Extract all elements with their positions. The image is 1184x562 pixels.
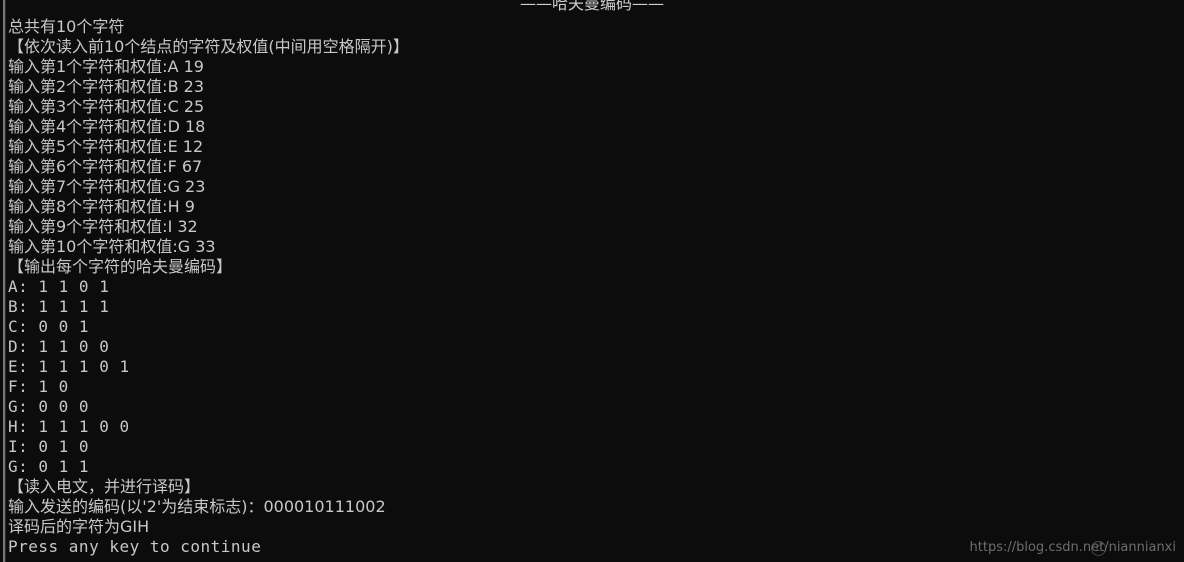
console-window[interactable]: ——哈夫曼编码—— 总共有10个字符 【依次读入前10个结点的字符及权值(中间用空… <box>0 0 1184 562</box>
console-output: 总共有10个字符 【依次读入前10个结点的字符及权值(中间用空格隔开)】 输入第1个… <box>8 17 1178 557</box>
console-line: 输入第6个字符和权值:F 67 <box>8 157 203 176</box>
console-line: G: 0 1 1 <box>8 457 90 476</box>
console-line: D: 1 1 0 0 <box>8 337 110 356</box>
console-line: 输入第9个字符和权值:I 32 <box>8 217 198 236</box>
watermark-url: https://blog.csdn.net/niannianxi <box>969 540 1176 555</box>
console-line: I: 0 1 0 <box>8 437 90 456</box>
console-line: 输入第8个字符和权值:H 9 <box>8 197 195 216</box>
console-line: 总共有10个字符 <box>8 17 125 36</box>
console-line: A: 1 1 0 1 <box>8 277 110 296</box>
console-line: C: 0 0 1 <box>8 317 90 336</box>
console-line: 译码后的字符为GIH <box>8 517 150 536</box>
console-line: 【依次读入前10个结点的字符及权值(中间用空格隔开)】 <box>8 37 409 56</box>
console-line: 输入第5个字符和权值:E 12 <box>8 137 204 156</box>
console-line: F: 1 0 <box>8 377 69 396</box>
console-line: H: 1 1 1 0 0 <box>8 417 130 436</box>
console-line: 输入第1个字符和权值:A 19 <box>8 57 204 76</box>
console-line: G: 0 0 0 <box>8 397 90 416</box>
console-line: 输入第2个字符和权值:B 23 <box>8 77 204 96</box>
console-line: 输入第7个字符和权值:G 23 <box>8 177 206 196</box>
window-left-border-shadow <box>5 0 6 562</box>
console-line: 【读入电文，并进行译码】 <box>8 477 201 496</box>
console-line: B: 1 1 1 1 <box>8 297 110 316</box>
console-line: 输入第4个字符和权值:D 18 <box>8 117 206 136</box>
console-line: 输入发送的编码(以'2'为结束标志)：000010111002 <box>8 497 386 516</box>
console-line: E: 1 1 1 0 1 <box>8 357 130 376</box>
console-line: 【输出每个字符的哈夫曼编码】 <box>8 257 233 276</box>
console-line: 输入第3个字符和权值:C 25 <box>8 97 205 116</box>
console-line: 输入第10个字符和权值:G 33 <box>8 237 216 256</box>
console-title: ——哈夫曼编码—— <box>519 0 664 13</box>
